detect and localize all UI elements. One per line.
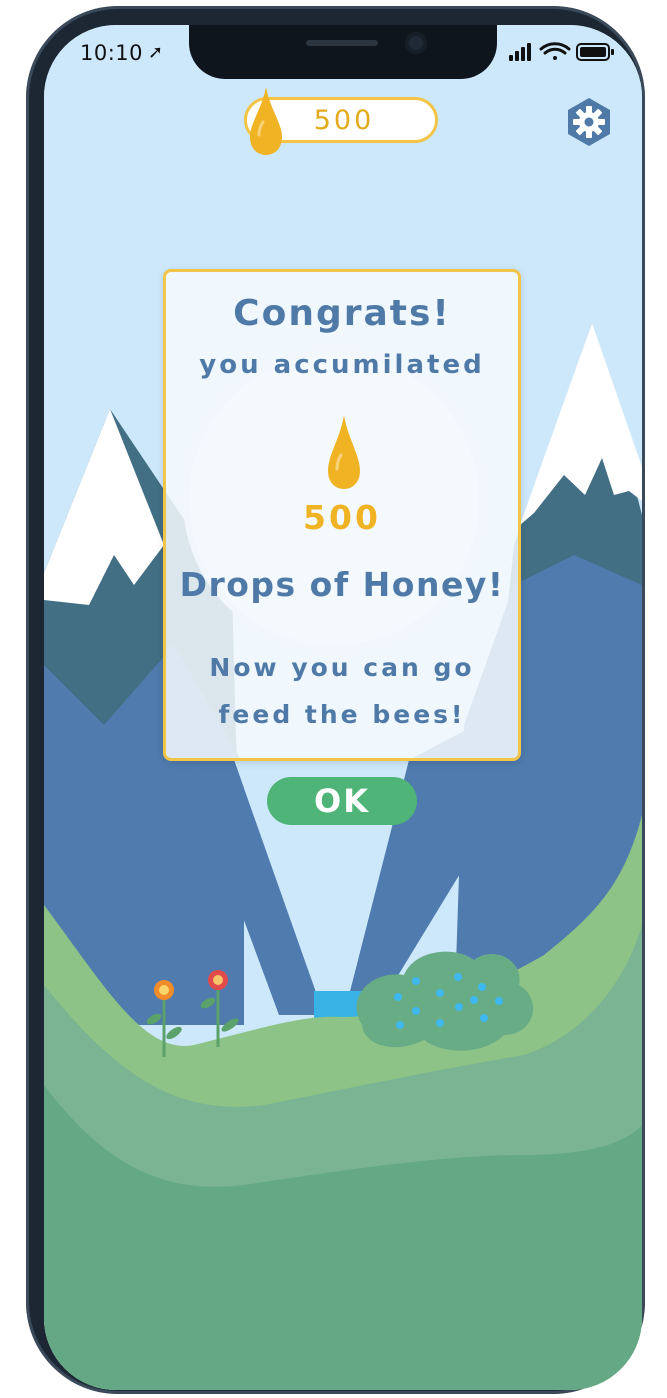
honey-drop-icon [328,415,360,489]
settings-button[interactable] [564,97,614,147]
app-screen: 10:10 ➚ 500 Congrats! you accumilated 50… [44,25,642,1390]
speaker-grille [306,40,378,46]
gear-icon [573,106,605,138]
modal-unit-text: Drops of Honey! [179,565,505,604]
water [314,991,364,1021]
wifi-icon [539,42,571,60]
ok-button[interactable]: OK [267,777,417,825]
status-time: 10:10 [80,41,144,65]
modal-title: Congrats! [233,293,451,334]
front-camera [405,32,427,54]
honey-drop-icon [250,87,282,155]
modal-amount: 500 [303,498,381,537]
location-arrow-icon: ➚ [148,42,164,63]
status-indicators [509,42,614,61]
cellular-signal-icon [509,43,531,61]
modal-message-line1: Now you can go [209,653,475,682]
modal-message-line2: feed the bees! [218,700,466,729]
modal-subtitle: you accumilated [199,350,485,380]
battery-icon [576,43,614,61]
device-notch [189,25,497,79]
